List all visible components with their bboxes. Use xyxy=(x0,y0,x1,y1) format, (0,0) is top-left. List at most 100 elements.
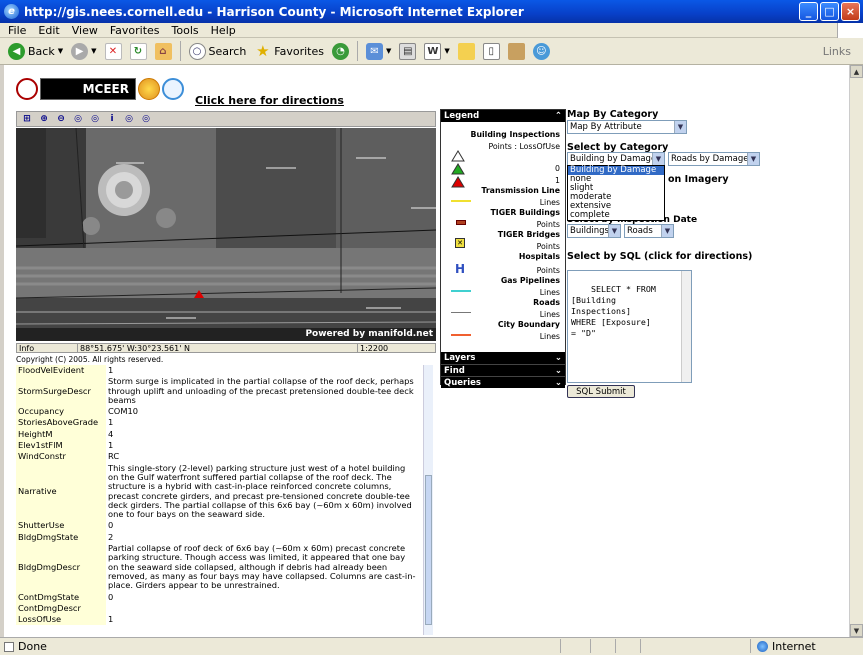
map-toolbar: ⊞ ⊕ ⊖ ◎ ◎ i ◎ ◎ xyxy=(16,111,436,127)
table-row: Elev1stFlM 1 xyxy=(16,440,114,452)
menu-file[interactable]: File xyxy=(8,24,26,37)
toolbar-separator xyxy=(357,41,358,61)
close-button[interactable]: × xyxy=(841,2,860,21)
chevron-down-icon: ▼ xyxy=(608,225,620,237)
table-row: WindConstr RC xyxy=(16,451,120,463)
zoom-out-icon[interactable]: ⊖ xyxy=(55,113,67,125)
research-button[interactable]: ▯ xyxy=(481,40,502,62)
menu-view[interactable]: View xyxy=(72,24,98,37)
stop-button[interactable]: ✕ xyxy=(103,40,124,62)
favorites-button[interactable]: ★ Favorites xyxy=(252,40,326,62)
pan-icon[interactable]: ◎ xyxy=(123,113,135,125)
chevron-down-icon: ▼ xyxy=(652,153,664,165)
status-divider xyxy=(560,639,561,653)
roads-select[interactable]: Roads ▼ xyxy=(624,224,674,238)
map-by-attribute-select[interactable]: Map By Attribute ▼ xyxy=(567,120,687,134)
powered-by-label: Powered by manifold.net xyxy=(305,329,433,339)
history-icon: ◔ xyxy=(332,42,349,60)
directions-link[interactable]: Click here for directions xyxy=(195,94,344,107)
forward-button[interactable]: ▶ ▼ xyxy=(69,40,98,62)
chevron-down-icon: ▼ xyxy=(386,47,392,55)
menu-tools[interactable]: Tools xyxy=(172,24,199,37)
layers-header[interactable]: Layers ⌄ xyxy=(441,352,565,364)
toolbar-separator xyxy=(179,41,181,61)
status-bar: Done xyxy=(0,637,863,655)
chevron-down-icon: ▼ xyxy=(444,47,450,55)
nsf-logo xyxy=(138,78,160,100)
star-icon: ★ xyxy=(256,42,270,60)
zoom-in-icon[interactable]: ⊕ xyxy=(38,113,50,125)
transmission-line-symbol xyxy=(451,200,471,202)
select-icon[interactable]: ◎ xyxy=(140,113,152,125)
media-icon xyxy=(507,42,525,60)
sql-submit-button[interactable]: SQL Submit xyxy=(567,385,635,398)
building-damage-select[interactable]: Building by Damage ▼ xyxy=(567,152,665,166)
page-scrollbar[interactable]: ▲ ▼ xyxy=(849,65,863,637)
maximize-button[interactable]: □ xyxy=(820,2,839,21)
table-row: ContDmgState 0 xyxy=(16,591,114,603)
table-row: FloodVelEvident 1 xyxy=(16,365,114,377)
info-icon[interactable]: i xyxy=(106,113,118,125)
zoom-extent-icon[interactable]: ⊞ xyxy=(21,113,33,125)
building-symbol xyxy=(456,220,466,225)
expand-icon: ⌄ xyxy=(554,365,562,376)
attribute-table: FloodVelEvident 1 StormSurgeDescr Storm su… xyxy=(16,365,430,635)
menu-favorites[interactable]: Favorites xyxy=(110,24,160,37)
back-button[interactable]: ◀ Back ▼ xyxy=(6,40,65,62)
note-icon xyxy=(457,42,475,60)
status-text: Done xyxy=(18,640,47,653)
menu-edit[interactable]: Edit xyxy=(38,24,59,37)
table-row: LossOfUse 1 xyxy=(16,614,114,626)
copyright-text: Copyright (C) 2005. All rights reserved. xyxy=(16,355,164,364)
refresh-button[interactable]: ↻ xyxy=(128,40,149,62)
menu-help[interactable]: Help xyxy=(211,24,236,37)
aerial-map[interactable]: Powered by manifold.net xyxy=(16,128,436,341)
scroll-thumb[interactable] xyxy=(425,475,432,625)
zoom-box-icon[interactable]: ◎ xyxy=(72,113,84,125)
chevron-down-icon: ▼ xyxy=(747,153,759,165)
forward-arrow-icon: ▶ xyxy=(71,42,89,60)
history-button[interactable]: ◔ xyxy=(330,40,351,62)
chevron-down-icon: ▼ xyxy=(57,47,64,55)
table-row: StormSurgeDescr Storm surge is implicated… xyxy=(16,376,414,407)
attribute-scrollbar[interactable] xyxy=(423,365,433,635)
inspection-symbols xyxy=(451,150,465,188)
home-button[interactable]: ⌂ xyxy=(153,40,174,62)
discuss-button[interactable] xyxy=(456,40,477,62)
cornell-seal-logo xyxy=(16,78,38,100)
damage-dropdown-list: Building by Damage none slight moderate … xyxy=(567,165,665,221)
find-header[interactable]: Find ⌄ xyxy=(441,364,565,376)
toolbar: ◀ Back ▼ ▶ ▼ ✕ ↻ ⌂ ○ Search ★ Favorites … xyxy=(0,38,863,65)
textarea-scrollbar[interactable] xyxy=(681,271,691,382)
page-content: MCEER Click here for directions ⊞ ⊕ ⊖ ◎ … xyxy=(4,65,853,637)
zone-indicator: Internet xyxy=(757,640,816,653)
zoom-window-icon[interactable]: ◎ xyxy=(89,113,101,125)
print-button[interactable]: ▤ xyxy=(397,40,418,62)
queries-header[interactable]: Queries ⌄ xyxy=(441,376,565,388)
mail-button[interactable]: ✉ ▼ xyxy=(364,40,393,62)
coordinate-readout: 88°51.675' W:30°23.561' N xyxy=(77,343,357,353)
links-label[interactable]: Links xyxy=(823,45,851,58)
sql-directions-label[interactable]: Select by SQL (click for directions) xyxy=(567,251,752,262)
edit-button[interactable]: W ▼ xyxy=(422,40,451,62)
buildings-select[interactable]: Buildings ▼ xyxy=(567,224,621,238)
map-by-category-label: Map By Category xyxy=(567,109,659,120)
scroll-down-arrow[interactable]: ▼ xyxy=(850,624,863,637)
chevron-down-icon: ▼ xyxy=(661,225,673,237)
roads-damage-select[interactable]: Roads by Damage ▼ xyxy=(668,152,760,166)
info-label: Info xyxy=(19,343,35,353)
hospital-icon: H xyxy=(455,262,466,276)
search-icon: ○ xyxy=(188,42,206,60)
dropdown-option[interactable]: complete xyxy=(568,211,664,220)
legend-body: Building Inspections Points : LossOfUse … xyxy=(441,122,565,352)
refresh-icon: ↻ xyxy=(129,42,147,60)
sql-textarea[interactable]: SELECT * FROM [Building Inspections] WHE… xyxy=(567,270,692,383)
scroll-up-arrow[interactable]: ▲ xyxy=(850,65,863,78)
legend-header[interactable]: Legend ⌃ xyxy=(441,110,565,122)
search-button[interactable]: ○ Search xyxy=(187,40,249,62)
messenger-button[interactable]: ☺ xyxy=(531,40,552,62)
logos: MCEER xyxy=(16,78,184,100)
minimize-button[interactable]: _ xyxy=(799,2,818,21)
status-divider xyxy=(590,639,591,653)
media-button[interactable] xyxy=(506,40,527,62)
